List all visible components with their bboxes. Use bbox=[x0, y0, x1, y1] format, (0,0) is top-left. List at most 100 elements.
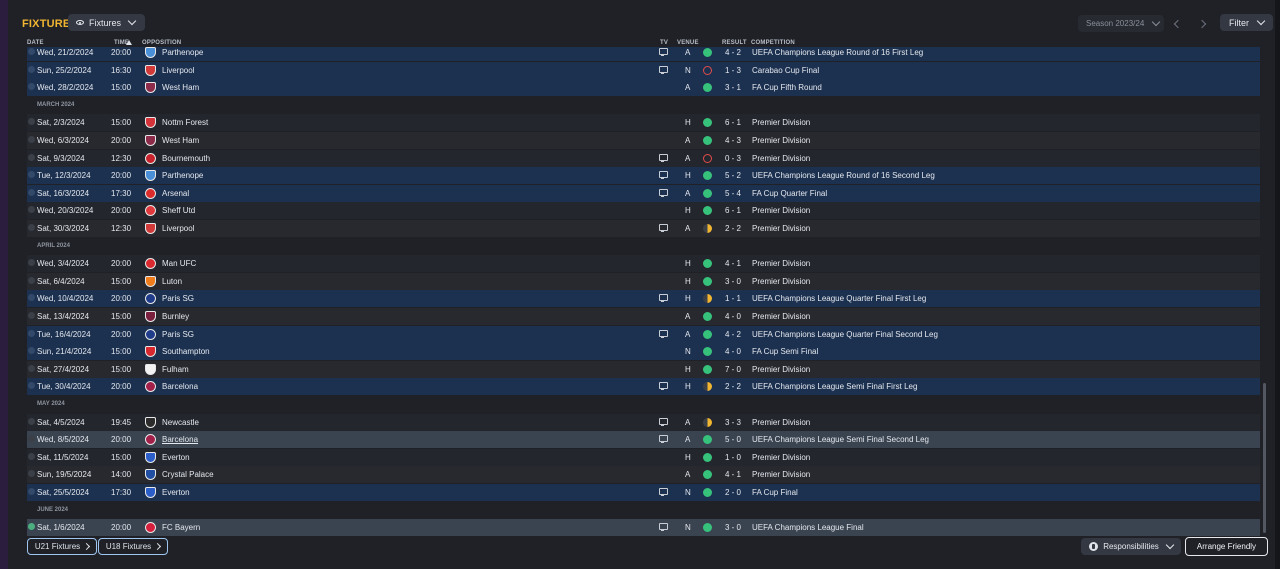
opponent-name[interactable]: Everton bbox=[162, 488, 190, 497]
fixture-row[interactable]: Sat, 9/3/2024 12:30 Bournemouth A 0 - 3 Premi… bbox=[27, 149, 1260, 167]
fixture-row[interactable]: Wed, 6/3/2024 20:00 West Ham A 4 - 3 Premier … bbox=[27, 132, 1260, 149]
fixture-row[interactable]: Sat, 2/3/2024 15:00 Nottm Forest H 6 - 1 Prem… bbox=[27, 114, 1260, 132]
fixture-row[interactable]: Sat, 4/5/2024 19:45 Newcastle A 3 - 3 Premier… bbox=[27, 413, 1260, 431]
fixture-row[interactable]: Sat, 13/4/2024 15:00 Burnley A 4 - 0 Premier … bbox=[27, 308, 1260, 325]
opponent-name[interactable]: Bournemouth bbox=[162, 154, 210, 163]
fixture-row[interactable]: Sat, 30/3/2024 12:30 Liverpool A 2 - 2 Premie… bbox=[27, 220, 1260, 237]
opponent-name[interactable]: Luton bbox=[162, 277, 182, 286]
row-select-radio[interactable] bbox=[28, 382, 35, 390]
row-select-radio[interactable] bbox=[28, 224, 35, 231]
previous-season-button[interactable] bbox=[1168, 15, 1188, 32]
club-crest-icon bbox=[145, 346, 156, 358]
opponent-name[interactable]: Southampton bbox=[162, 347, 210, 356]
club-crest-icon bbox=[145, 451, 156, 463]
responsibilities-button[interactable]: Responsibilities bbox=[1081, 538, 1181, 555]
row-select-radio[interactable] bbox=[28, 417, 35, 425]
row-select-radio[interactable] bbox=[28, 294, 35, 302]
fixture-row[interactable]: Tue, 16/4/2024 20:00 Paris SG A 4 - 2 UEFA Ch… bbox=[27, 325, 1260, 343]
row-select-radio[interactable] bbox=[28, 523, 35, 531]
opponent-name[interactable]: Burnley bbox=[162, 312, 189, 321]
opponent-name[interactable]: Barcelona bbox=[162, 435, 198, 444]
fixture-row[interactable]: Wed, 28/2/2024 15:00 West Ham A 3 - 1 FA Cup … bbox=[27, 79, 1260, 97]
fixture-row[interactable]: Wed, 3/4/2024 20:00 Man UFC H 4 - 1 Premier D… bbox=[27, 255, 1260, 273]
competition-name: Premier Division bbox=[752, 136, 811, 145]
fixture-row[interactable]: Sat, 1/6/2024 20:00 FC Bayern N 3 - 0 UEFA Ch… bbox=[27, 519, 1260, 537]
competition-name: Premier Division bbox=[752, 417, 811, 427]
fixture-row[interactable]: Sat, 11/5/2024 15:00 Everton H 1 - 0 Premier … bbox=[27, 448, 1260, 466]
opponent-name[interactable]: West Ham bbox=[162, 136, 199, 145]
opponent-name[interactable]: Parthenope bbox=[162, 48, 203, 57]
row-select-radio[interactable] bbox=[28, 153, 35, 161]
win-indicator-icon bbox=[703, 312, 712, 321]
row-select-radio[interactable] bbox=[28, 452, 35, 460]
opponent-name[interactable]: Parthenope bbox=[162, 171, 203, 180]
result-score: 1 - 0 bbox=[725, 452, 742, 462]
row-select-radio[interactable] bbox=[28, 364, 35, 372]
fixture-row[interactable]: Sat, 6/4/2024 15:00 Luton H 3 - 0 Premier Div… bbox=[27, 272, 1260, 290]
row-select-radio[interactable] bbox=[28, 65, 35, 73]
row-select-radio[interactable] bbox=[28, 259, 35, 267]
opponent-name[interactable]: Liverpool bbox=[162, 66, 194, 75]
opponent-name[interactable]: FC Bayern bbox=[162, 523, 200, 532]
row-select-radio[interactable] bbox=[28, 171, 35, 179]
row-select-radio[interactable] bbox=[28, 470, 35, 478]
opponent-name[interactable]: Crystal Palace bbox=[162, 470, 214, 479]
opponent-name[interactable]: Arsenal bbox=[162, 189, 189, 198]
fixture-row[interactable]: Wed, 21/2/2024 20:00 Parthenope A 4 - 2 UEFA … bbox=[27, 47, 1260, 61]
row-select-radio[interactable] bbox=[28, 347, 35, 355]
opponent-name[interactable]: Everton bbox=[162, 453, 190, 462]
month-header-row: APRIL 2024 bbox=[27, 237, 1260, 255]
fixture-row[interactable]: Tue, 30/4/2024 20:00 Barcelona H 2 - 2 UEFA C… bbox=[27, 378, 1260, 396]
opponent-name[interactable]: Liverpool bbox=[162, 224, 194, 233]
row-select-radio[interactable] bbox=[28, 206, 35, 214]
season-selector[interactable]: Season 2023/24 bbox=[1078, 15, 1164, 32]
filter-button[interactable]: Filter bbox=[1220, 14, 1273, 31]
club-crest-icon bbox=[145, 416, 156, 428]
fixture-row[interactable]: Sun, 19/5/2024 14:00 Crystal Palace A 4 - 1 P… bbox=[27, 466, 1260, 484]
fixture-row[interactable]: Sat, 16/3/2024 17:30 Arsenal A 5 - 4 FA Cup Q… bbox=[27, 184, 1260, 202]
row-select-radio[interactable] bbox=[28, 435, 35, 443]
view-selector-button[interactable]: Fixtures bbox=[68, 14, 146, 31]
venue: A bbox=[685, 188, 691, 198]
opponent-name[interactable]: Fulham bbox=[162, 365, 189, 374]
club-crest-icon bbox=[145, 187, 156, 199]
row-select-radio[interactable] bbox=[28, 118, 35, 126]
row-select-radio[interactable] bbox=[28, 83, 35, 91]
row-select-radio[interactable] bbox=[28, 188, 35, 196]
opponent-name[interactable]: Barcelona bbox=[162, 382, 198, 391]
u21-fixtures-button[interactable]: U21 Fixtures bbox=[27, 538, 97, 555]
row-select-radio[interactable] bbox=[28, 329, 35, 337]
opponent-name[interactable]: Newcastle bbox=[162, 418, 199, 427]
row-select-radio[interactable] bbox=[28, 48, 35, 55]
opponent-name[interactable]: West Ham bbox=[162, 83, 199, 92]
result-score: 3 - 0 bbox=[725, 276, 742, 286]
venue: H bbox=[685, 276, 691, 286]
club-crest-icon bbox=[145, 47, 156, 58]
scrollbar-thumb[interactable] bbox=[1263, 383, 1266, 533]
opponent-name[interactable]: Paris SG bbox=[162, 330, 194, 339]
row-select-radio[interactable] bbox=[28, 136, 35, 143]
fixture-row[interactable]: Sun, 25/2/2024 16:30 Liverpool N 1 - 3 Caraba… bbox=[27, 61, 1260, 79]
arrange-friendly-button[interactable]: Arrange Friendly bbox=[1185, 537, 1268, 556]
club-crest-icon bbox=[145, 487, 156, 498]
fixture-row[interactable]: Wed, 20/3/2024 20:00 Sheff Utd H 6 - 1 Premie… bbox=[27, 202, 1260, 220]
venue: A bbox=[685, 435, 691, 445]
opponent-name[interactable]: Nottm Forest bbox=[162, 118, 208, 127]
tv-broadcast-icon bbox=[659, 488, 668, 496]
fixture-row[interactable]: Wed, 10/4/2024 20:00 Paris SG H 1 - 1 UEFA Ch… bbox=[27, 290, 1260, 308]
opponent-name[interactable]: Man UFC bbox=[162, 259, 196, 268]
fixture-row[interactable]: Tue, 12/3/2024 20:00 Parthenope H 5 - 2 UEFA … bbox=[27, 167, 1260, 185]
row-select-radio[interactable] bbox=[28, 488, 35, 495]
row-select-radio[interactable] bbox=[28, 276, 35, 284]
next-season-button[interactable] bbox=[1192, 15, 1212, 32]
opponent-name[interactable]: Paris SG bbox=[162, 294, 194, 303]
row-select-radio[interactable] bbox=[28, 312, 35, 319]
fixture-row[interactable]: Sat, 25/5/2024 17:30 Everton N 2 - 0 FA Cup F… bbox=[27, 484, 1260, 501]
fixture-row[interactable]: Sun, 21/4/2024 15:00 Southampton N 4 - 0 FA C… bbox=[27, 343, 1260, 361]
fixture-row[interactable]: Sat, 27/4/2024 15:00 Fulham H 7 - 0 Premier D… bbox=[27, 360, 1260, 378]
month-label: APRIL 2024 bbox=[37, 242, 70, 249]
opponent-name[interactable]: Sheff Utd bbox=[162, 206, 195, 215]
fixture-row[interactable]: Wed, 8/5/2024 20:00 Barcelona A 5 - 0 UEFA Ch… bbox=[27, 431, 1260, 449]
u18-fixtures-button[interactable]: U18 Fixtures bbox=[98, 538, 168, 555]
tv-broadcast-icon bbox=[659, 329, 668, 338]
